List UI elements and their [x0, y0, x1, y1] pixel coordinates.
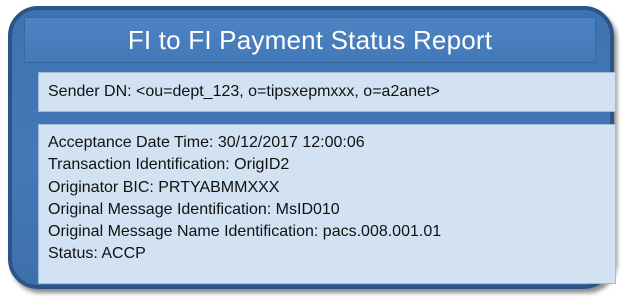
original-message-name-identification: Original Message Name Identification: pa…	[48, 223, 442, 241]
acceptance-date-time: Acceptance Date Time: 30/12/2017 12:00:0…	[48, 134, 365, 151]
sender-dn: Sender DN: <ou=dept_123, o=tipsxepmxxx, …	[48, 83, 440, 100]
title-bar: FI to FI Payment Status Report	[24, 17, 596, 63]
details-box: Acceptance Date Time: 30/12/2017 12:00:0…	[38, 124, 616, 284]
original-message-identification: Original Message Identification: MsID010	[48, 200, 340, 218]
status: Status: ACCP	[48, 245, 146, 263]
sender-box: Sender DN: <ou=dept_123, o=tipsxepmxxx, …	[38, 72, 616, 112]
originator-bic: Originator BIC: PRTYABMMXXX	[48, 178, 280, 196]
transaction-identification: Transaction Identification: OrigID2	[48, 156, 290, 174]
report-title: FI to FI Payment Status Report	[127, 24, 493, 55]
